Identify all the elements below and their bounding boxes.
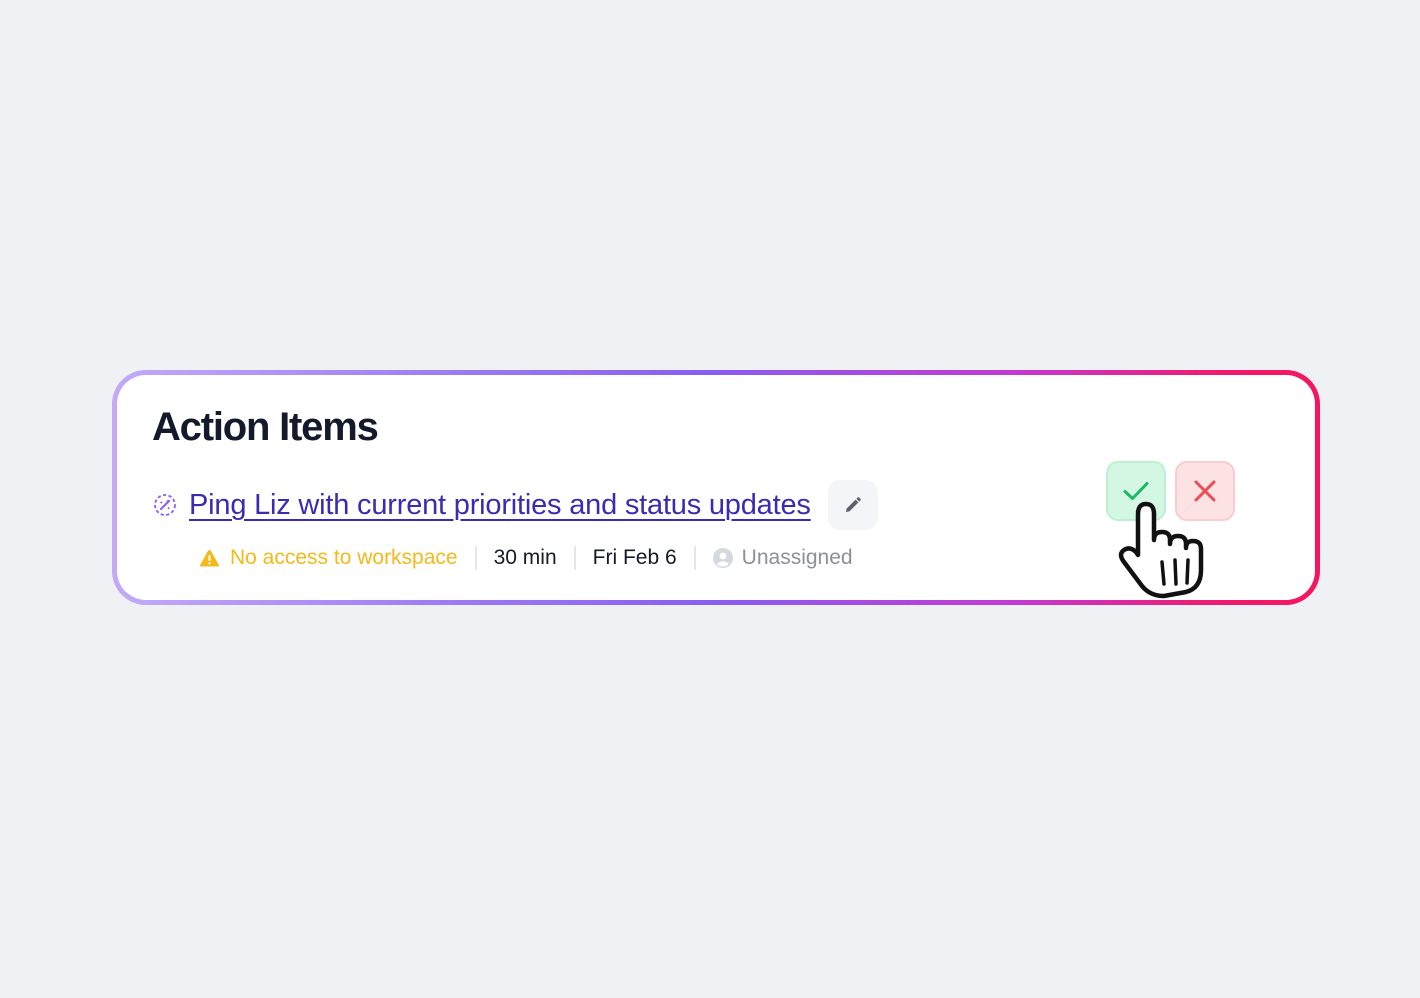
panel-title: Action Items [152, 405, 379, 449]
reject-button[interactable] [1175, 461, 1235, 521]
access-warning: No access to workspace [199, 546, 458, 570]
check-icon [1122, 480, 1150, 502]
user-avatar-icon [712, 548, 733, 568]
action-item-title-link[interactable]: Ping Liz with current priorities and sta… [189, 489, 811, 522]
warning-triangle-icon [199, 549, 220, 568]
action-items-panel-border: Action Items Ping Liz with current prior… [112, 370, 1320, 605]
assignee-selector[interactable]: Unassigned [712, 546, 853, 570]
divider [474, 546, 477, 570]
action-item-meta: No access to workspace 30 min Fri Feb 6 … [199, 543, 853, 573]
pencil-icon [843, 495, 863, 515]
ai-sparkle-icon [152, 492, 178, 518]
duration-label[interactable]: 30 min [494, 546, 557, 570]
close-icon [1193, 479, 1217, 503]
warning-text: No access to workspace [230, 546, 458, 569]
action-items-panel: Action Items Ping Liz with current prior… [117, 375, 1315, 600]
divider [573, 546, 576, 570]
accept-button[interactable] [1106, 461, 1166, 521]
due-date-label[interactable]: Fri Feb 6 [593, 546, 677, 570]
assignee-text: Unassigned [741, 546, 853, 569]
edit-button[interactable] [827, 480, 878, 530]
divider [693, 546, 696, 570]
action-item-row: Ping Liz with current priorities and sta… [152, 480, 878, 530]
